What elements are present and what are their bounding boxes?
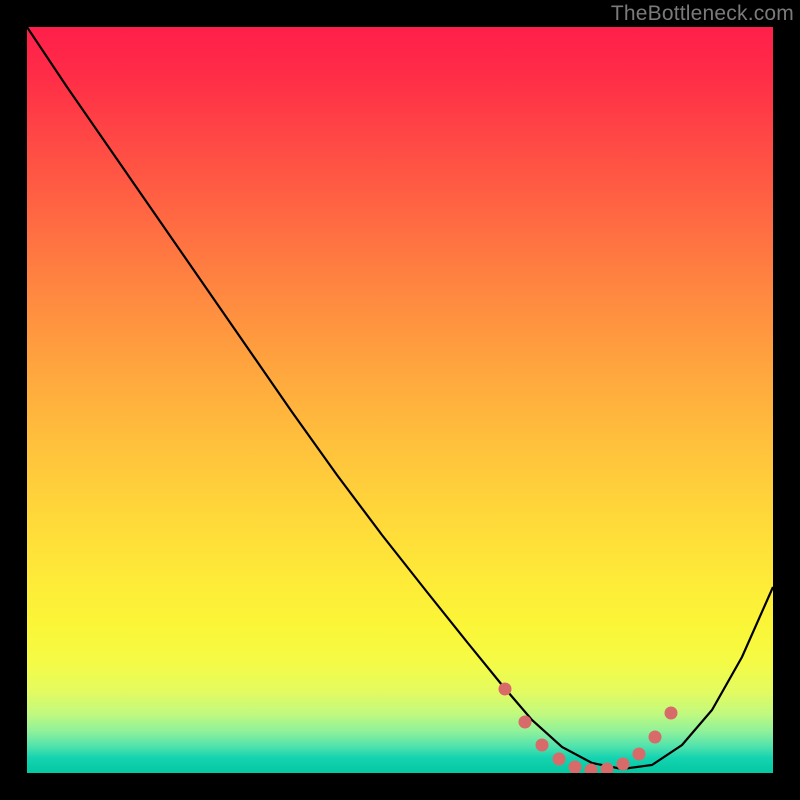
optimal-dot bbox=[665, 707, 678, 720]
bottleneck-curve bbox=[27, 27, 773, 769]
optimal-dot bbox=[649, 731, 662, 744]
optimal-dot bbox=[569, 761, 582, 774]
optimal-dot bbox=[553, 753, 566, 766]
optimal-dot bbox=[585, 764, 598, 774]
optimal-dot bbox=[617, 758, 630, 771]
curve-layer bbox=[27, 27, 773, 773]
chart-frame: TheBottleneck.com bbox=[0, 0, 800, 800]
optimal-dot bbox=[499, 683, 512, 696]
optimal-dot bbox=[519, 716, 532, 729]
optimal-range-dots bbox=[499, 683, 678, 774]
optimal-dot bbox=[633, 748, 646, 761]
plot-area bbox=[27, 27, 773, 773]
watermark-text: TheBottleneck.com bbox=[611, 2, 794, 26]
optimal-dot bbox=[536, 739, 549, 752]
